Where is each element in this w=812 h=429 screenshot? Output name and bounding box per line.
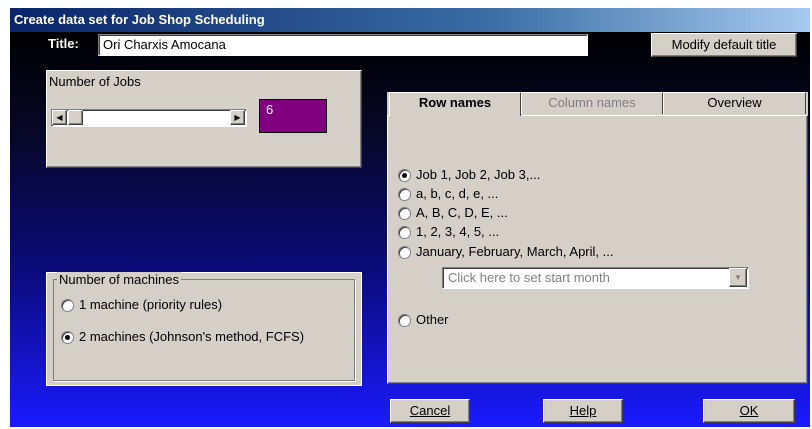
title-bar: Create data set for Job Shop Scheduling	[10, 8, 810, 32]
row-option-5-label: January, February, March, April, ...	[416, 244, 614, 259]
tab-strip: Row names Column names Overview	[387, 92, 808, 116]
row-option-3-radio[interactable]	[398, 207, 411, 220]
row-option-2-radio[interactable]	[398, 188, 411, 201]
machines-label: Number of machines	[57, 272, 181, 287]
tab-overview[interactable]: Overview	[663, 92, 806, 114]
tab-row-names[interactable]: Row names	[389, 92, 521, 116]
machines-option-1-radio[interactable]	[61, 299, 74, 312]
machines-panel: Number of machines 1 machine (priority r…	[46, 272, 362, 386]
cancel-label: Cancel	[409, 403, 451, 418]
tab-overview-label: Overview	[707, 95, 762, 110]
window-title: Create data set for Job Shop Scheduling	[14, 12, 265, 27]
help-button[interactable]: Help	[543, 399, 623, 423]
row-option-5-radio[interactable]	[398, 246, 411, 259]
row-option-2-label: a, b, c, d, e, ...	[416, 186, 499, 201]
machines-option-2-radio[interactable]	[61, 331, 74, 344]
title-label: Title:	[48, 36, 79, 51]
row-option-3-label: A, B, C, D, E, ...	[416, 205, 508, 220]
tab-column-names-label: Column names	[548, 95, 636, 110]
jobs-label: Number of Jobs	[49, 74, 141, 89]
dropdown-button[interactable]: ▼	[729, 268, 747, 287]
dialog-client: Title: Ori Charxis Amocana Modify defaul…	[10, 32, 810, 427]
title-input-value: Ori Charxis Amocana	[103, 37, 226, 52]
cancel-button[interactable]: Cancel	[390, 399, 470, 423]
tab-column-names[interactable]: Column names	[521, 92, 663, 114]
machines-option-2-label: 2 machines (Johnson's method, FCFS)	[79, 329, 305, 344]
title-input[interactable]: Ori Charxis Amocana	[98, 34, 588, 56]
ok-label: OK	[739, 403, 759, 418]
right-arrow-icon: ▶	[234, 113, 241, 122]
jobs-value: 6	[266, 102, 274, 117]
row-option-4-radio[interactable]	[398, 226, 411, 239]
start-month-dropdown-text: Click here to set start month	[448, 270, 610, 285]
scroll-thumb[interactable]	[68, 110, 83, 125]
scroll-right-button[interactable]: ▶	[230, 110, 245, 125]
tab-row-names-label: Row names	[418, 95, 492, 110]
ok-button[interactable]: OK	[703, 399, 795, 423]
modify-default-title-label: Modify default title	[671, 37, 777, 52]
row-option-other-label: Other	[416, 312, 449, 327]
jobs-scrollbar[interactable]: ◀ ▶	[51, 109, 247, 127]
tab-control: Row names Column names Overview Job 1, J…	[387, 92, 808, 384]
start-month-dropdown[interactable]: Click here to set start month ▼	[442, 267, 749, 289]
modify-default-title-button[interactable]: Modify default title	[651, 33, 797, 57]
tab-panel-row-names: Job 1, Job 2, Job 3,... a, b, c, d, e, .…	[387, 115, 808, 384]
row-option-other-radio[interactable]	[398, 314, 411, 327]
machines-option-1-label: 1 machine (priority rules)	[79, 297, 223, 312]
jobs-panel: Number of Jobs ◀ ▶ 6	[46, 70, 362, 168]
chevron-down-icon: ▼	[734, 273, 742, 282]
row-option-1-radio[interactable]	[398, 169, 411, 182]
row-option-1-label: Job 1, Job 2, Job 3,...	[416, 167, 541, 182]
jobs-value-box: 6	[259, 99, 327, 133]
row-option-4-label: 1, 2, 3, 4, 5, ...	[416, 224, 500, 239]
scroll-left-button[interactable]: ◀	[52, 110, 67, 125]
help-label: Help	[569, 403, 597, 418]
dialog-window: Create data set for Job Shop Scheduling …	[10, 8, 810, 427]
left-arrow-icon: ◀	[56, 113, 63, 122]
